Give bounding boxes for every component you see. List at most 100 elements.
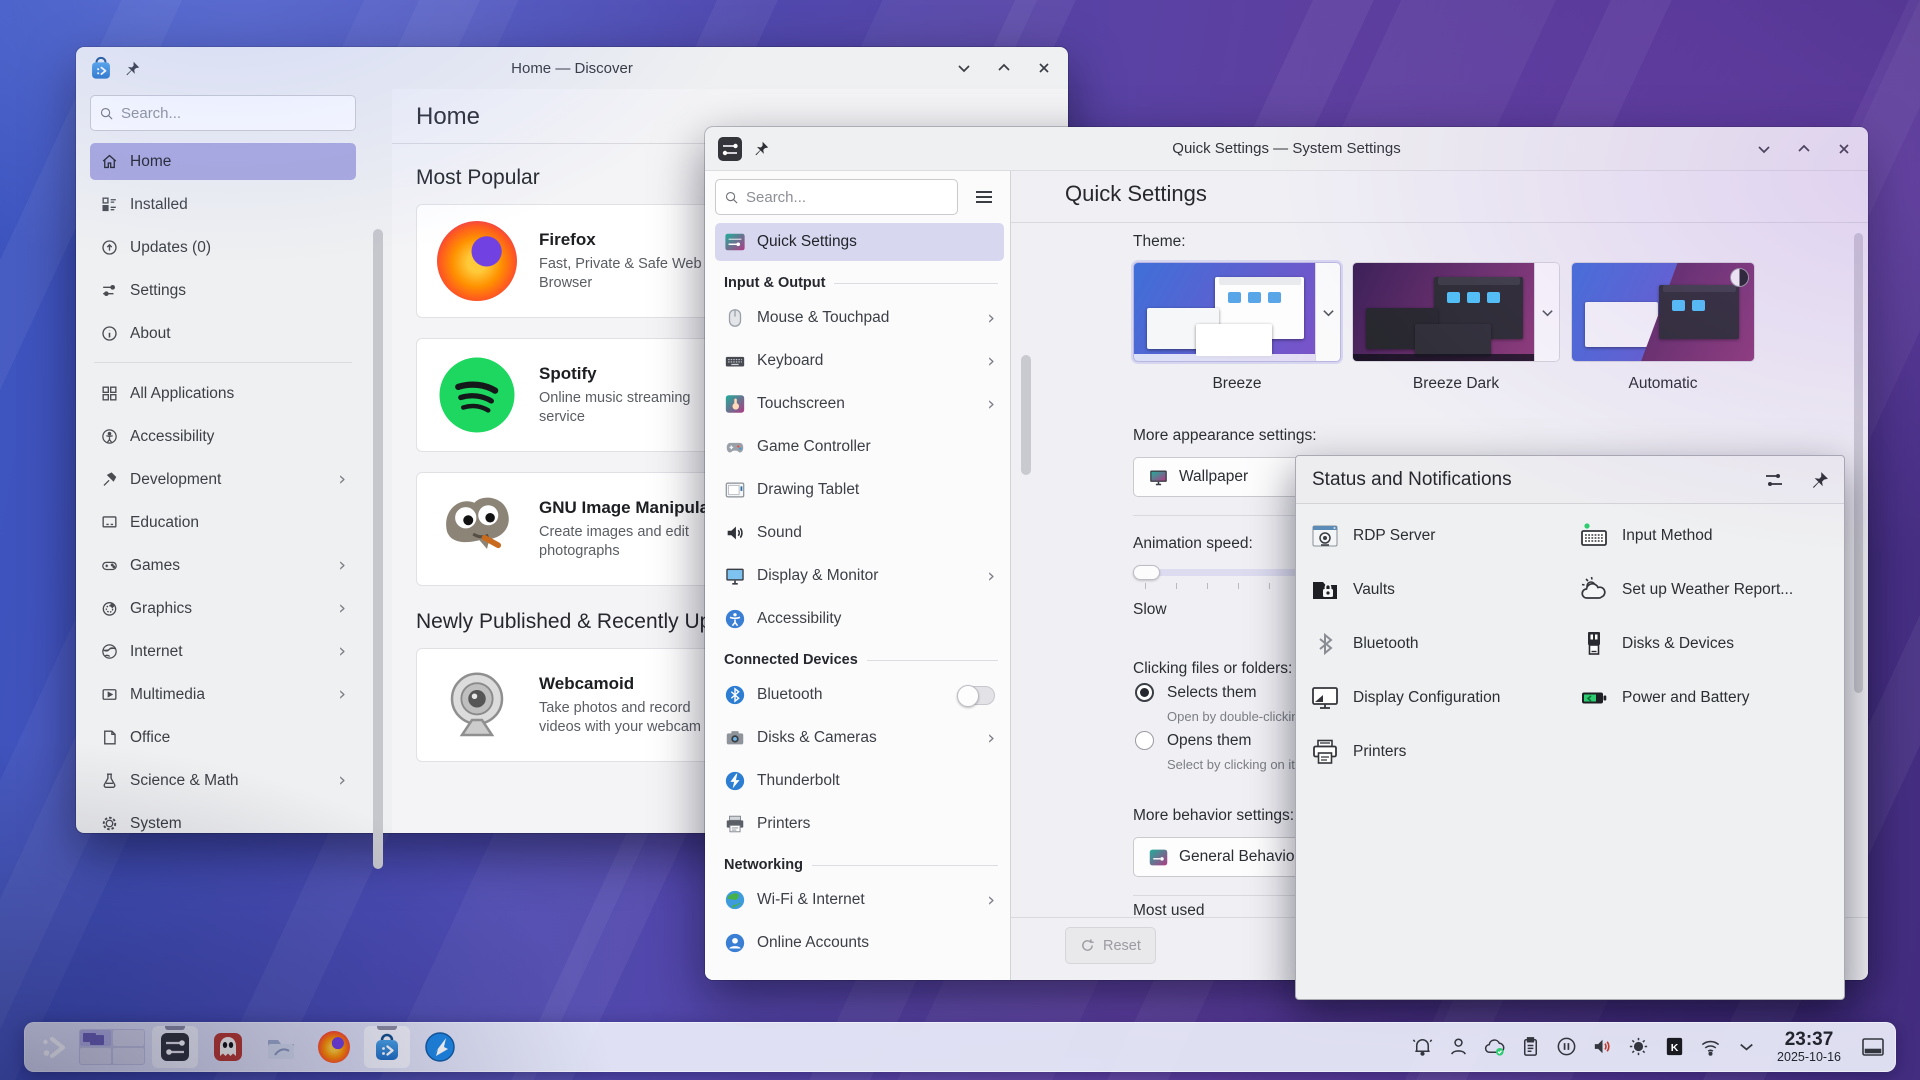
sidebar-item-disks-cameras[interactable]: Disks & Cameras› [715,719,1004,757]
radio-selects-them[interactable] [1135,683,1154,702]
sidebar-item-sound[interactable]: Sound [715,514,1004,552]
sidebar-item-online-accounts[interactable]: Online Accounts [715,924,1004,962]
notifications-bell-icon[interactable] [1411,1035,1434,1058]
accessibility-blue-icon [724,608,746,630]
sidebar-item-games[interactable]: Games› [90,547,356,584]
radio-opens-them[interactable] [1135,731,1154,750]
sidebar-item-drawing-tablet[interactable]: Drawing Tablet [715,471,1004,509]
pin-icon[interactable] [1810,470,1830,490]
close-button[interactable] [1834,139,1854,159]
minimize-button[interactable] [954,58,974,78]
sidebar-item-education[interactable]: Education [90,504,356,541]
task-discover[interactable] [364,1026,410,1068]
sidebar-item-office[interactable]: Office [90,719,356,756]
status-item-weather[interactable]: Set up Weather Report... [1579,574,1835,606]
task-system-settings[interactable] [152,1026,198,1068]
task-firefox[interactable] [311,1026,357,1068]
sidebar-item-mouse-touchpad[interactable]: Mouse & Touchpad› [715,299,1004,337]
status-item-disks-devices[interactable]: Disks & Devices [1579,628,1835,660]
status-item-input-method[interactable]: Input Method [1579,520,1835,552]
minimize-button[interactable] [1754,139,1774,159]
discover-titlebar[interactable]: Home — Discover [76,47,1068,89]
sidebar-item-science-math[interactable]: Science & Math› [90,762,356,799]
sidebar-item-updates[interactable]: Updates (0) [90,229,356,266]
cloud-sync-icon[interactable] [1483,1035,1506,1058]
sidebar-item-thunderbolt[interactable]: Thunderbolt [715,762,1004,800]
maximize-button[interactable] [1794,139,1814,159]
virtual-desktop-pager[interactable] [79,1029,145,1065]
discover-search[interactable] [90,95,356,131]
sidebar-item-about[interactable]: About [90,315,356,352]
show-desktop-button[interactable] [1860,1036,1886,1058]
tray-expand-chevron-icon[interactable] [1735,1035,1758,1058]
sidebar-item-display-monitor[interactable]: Display & Monitor› [715,557,1004,595]
desktop-4[interactable] [113,1048,144,1064]
sidebar-item-installed[interactable]: Installed [90,186,356,223]
wifi-internet-icon [724,889,746,911]
sidebar-item-quick-settings[interactable]: Quick Settings [715,223,1004,261]
status-item-bluetooth[interactable]: Bluetooth [1310,628,1570,660]
close-button[interactable] [1034,58,1054,78]
status-item-vaults[interactable]: Vaults [1310,574,1570,606]
theme-breeze-dark-dropdown[interactable] [1534,263,1559,361]
task-dolphin[interactable] [258,1026,304,1068]
theme-card-breeze-dark[interactable] [1352,262,1560,362]
theme-breeze-dropdown[interactable] [1315,263,1340,361]
status-item-rdp-server[interactable]: RDP Server [1310,520,1570,552]
all-applications-icon [100,384,119,403]
menu-hamburger-icon[interactable] [966,180,1002,214]
settings-search[interactable] [715,179,958,215]
user-icon[interactable] [1447,1035,1470,1058]
animation-speed-label: Animation speed: [1133,535,1253,553]
sidebar-item-accessibility[interactable]: Accessibility [90,418,356,455]
desktop-3[interactable] [80,1048,111,1064]
status-item-printers[interactable]: Printers [1310,736,1570,768]
digital-clock[interactable]: 23:37 2025-10-16 [1777,1030,1841,1065]
wifi-icon[interactable] [1699,1035,1722,1058]
sidebar-item-bluetooth[interactable]: Bluetooth [715,676,1004,714]
status-item-power-battery[interactable]: Power and Battery [1579,682,1835,714]
slider-handle[interactable] [1133,565,1160,580]
search-input[interactable] [746,189,949,206]
sidebar-item-system[interactable]: System [90,805,356,842]
reset-button[interactable]: Reset [1065,927,1156,964]
sidebar-item-touchscreen[interactable]: Touchscreen› [715,385,1004,423]
desktop-1[interactable] [80,1030,111,1046]
pin-icon[interactable] [753,140,770,157]
settings-titlebar[interactable]: Quick Settings — System Settings [705,127,1868,171]
task-ghostwriter[interactable] [205,1026,251,1068]
sidebar-item-development[interactable]: Development› [90,461,356,498]
content-scrollbar-right[interactable] [1854,233,1863,693]
bluetooth-toggle[interactable] [957,686,995,705]
configure-sliders-icon[interactable] [1764,470,1784,490]
sidebar-item-settings[interactable]: Settings [90,272,356,309]
task-konqueror[interactable] [417,1026,463,1068]
sidebar-item-all-applications[interactable]: All Applications [90,375,356,412]
volume-icon[interactable] [1591,1035,1614,1058]
sidebar-item-accessibility[interactable]: Accessibility [715,600,1004,638]
status-item-display-configuration[interactable]: Display Configuration [1310,682,1570,714]
sidebar-item-graphics[interactable]: Graphics› [90,590,356,627]
maximize-button[interactable] [994,58,1014,78]
media-pause-icon[interactable] [1555,1035,1578,1058]
radio-opens-label[interactable]: Opens them [1167,732,1251,750]
sidebar-item-printers[interactable]: Printers [715,805,1004,843]
theme-card-automatic[interactable] [1571,262,1755,362]
radio-selects-label[interactable]: Selects them [1167,684,1257,702]
clipboard-icon[interactable] [1519,1035,1542,1058]
sidebar-item-multimedia[interactable]: Multimedia› [90,676,356,713]
search-input[interactable] [121,105,347,122]
brightness-icon[interactable] [1627,1035,1650,1058]
sidebar-item-game-controller[interactable]: Game Controller [715,428,1004,466]
sidebar-item-wifi-internet[interactable]: Wi-Fi & Internet› [715,881,1004,919]
sidebar-item-keyboard[interactable]: Keyboard› [715,342,1004,380]
content-scrollbar-left[interactable] [1021,355,1031,475]
theme-card-breeze[interactable] [1133,262,1341,362]
kate-k-icon[interactable]: K [1663,1035,1686,1058]
pin-icon[interactable] [124,60,141,77]
sidebar-item-internet[interactable]: Internet› [90,633,356,670]
discover-scrollbar[interactable] [371,167,385,823]
sidebar-item-home[interactable]: Home [90,143,356,180]
app-launcher-button[interactable] [34,1026,72,1068]
desktop-2[interactable] [113,1030,144,1046]
